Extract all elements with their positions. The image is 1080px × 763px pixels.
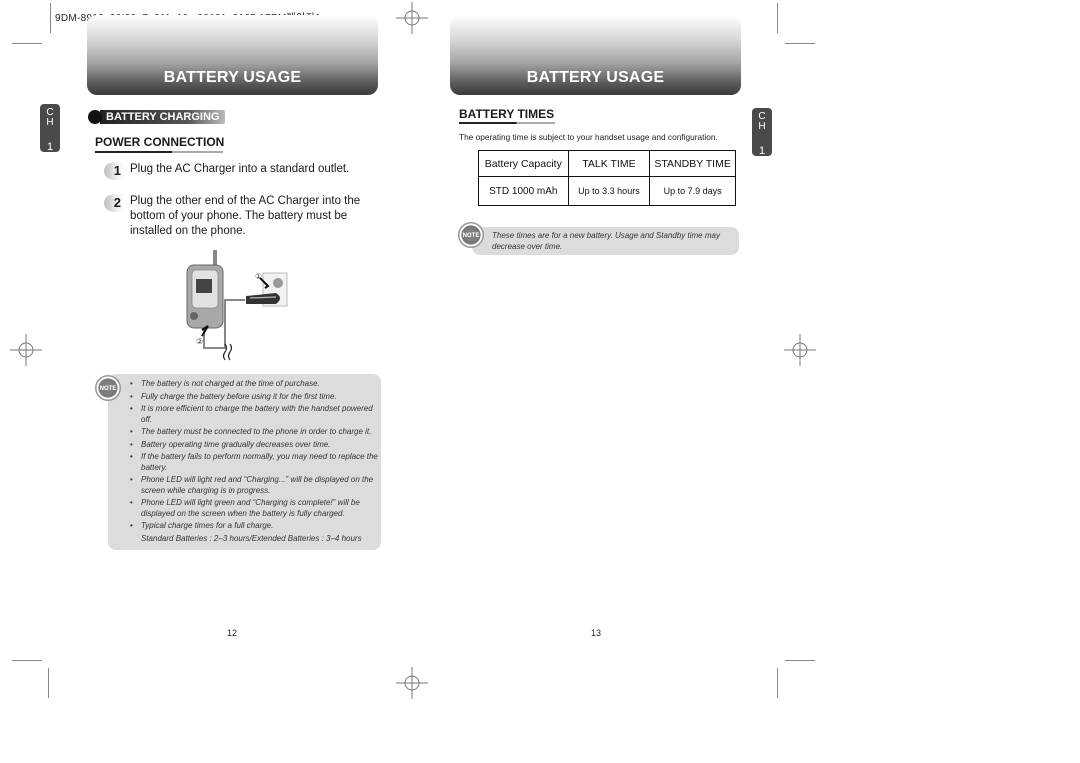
- left-page-banner: BATTERY USAGE: [87, 15, 378, 95]
- section-label-text: BATTERY CHARGING: [100, 110, 226, 124]
- table-cell: STD 1000 mAh: [478, 176, 569, 206]
- note-item: Fully charge the battery before using it…: [130, 392, 380, 403]
- crop-mark: [777, 668, 778, 698]
- page-number: 12: [227, 628, 238, 638]
- table-header-row: Battery Capacity TALK TIME STANDBY TIME: [478, 150, 736, 177]
- page-number: 13: [591, 628, 602, 638]
- step-2: 2 Plug the other end of the AC Charger i…: [104, 194, 374, 239]
- registration-mark-icon: [784, 334, 816, 366]
- notes-list: The battery is not charged at the time o…: [130, 379, 380, 546]
- table-row: STD 1000 mAh Up to 3.3 hours Up to 7.9 d…: [478, 176, 736, 206]
- step-number: 2: [104, 194, 124, 212]
- banner-title: BATTERY USAGE: [163, 69, 302, 86]
- crop-mark: [12, 660, 42, 661]
- chapter-number: 1: [46, 141, 54, 153]
- registration-mark-icon: [396, 2, 428, 34]
- chapter-tab: C H 1: [752, 108, 772, 157]
- table-header: Battery Capacity: [478, 150, 569, 177]
- step-text: Plug the AC Charger into a standard outl…: [130, 163, 350, 175]
- note-item: The battery is not charged at the time o…: [130, 379, 380, 390]
- note-item: Phone LED will light red and “Charging..…: [130, 475, 380, 496]
- crop-mark: [50, 3, 51, 33]
- banner-title: BATTERY USAGE: [526, 69, 665, 86]
- crop-mark: [48, 668, 49, 698]
- note-icon: NOTE: [458, 222, 484, 248]
- subheading-underline: [459, 122, 555, 124]
- right-page-banner: BATTERY USAGE: [450, 15, 741, 95]
- note-item: Battery operating time gradually decreas…: [130, 440, 380, 451]
- note-item-extra: Standard Batteries : 2–3 hours/Extended …: [141, 533, 362, 543]
- callout-2: ②: [196, 337, 203, 346]
- step-number: 1: [104, 162, 124, 180]
- note-text: These times are for a new battery. Usage…: [492, 231, 720, 251]
- registration-mark-icon: [10, 334, 42, 366]
- section-label: BATTERY CHARGING: [88, 109, 226, 125]
- crop-mark: [12, 43, 42, 44]
- chapter-letter: H: [758, 121, 766, 132]
- crop-mark: [777, 3, 778, 33]
- charger-illustration: ① ②: [186, 250, 288, 361]
- registration-mark-icon: [396, 667, 428, 699]
- step-1: 1 Plug the AC Charger into a standard ou…: [104, 162, 374, 180]
- subheading: BATTERY TIMES: [459, 107, 555, 121]
- step-text: Plug the other end of the AC Charger int…: [130, 195, 361, 237]
- table-header: TALK TIME: [567, 150, 651, 177]
- note-item: Phone LED will light green and “Charging…: [130, 498, 380, 519]
- table-cell: Up to 7.9 days: [649, 176, 736, 206]
- intro-text: The operating time is subject to your ha…: [459, 132, 718, 142]
- bullet-dot-icon: [88, 110, 102, 124]
- chapter-number: 1: [758, 145, 766, 157]
- chapter-letter: H: [46, 117, 54, 128]
- battery-times-table: Battery Capacity TALK TIME STANDBY TIME …: [478, 150, 736, 206]
- subheading: POWER CONNECTION: [95, 135, 225, 149]
- table-header: STANDBY TIME: [649, 150, 736, 177]
- callout-1: ①: [255, 272, 262, 281]
- table-cell: Up to 3.3 hours: [567, 176, 651, 206]
- note-item: Typical charge times for a full charge.: [130, 521, 380, 532]
- note-item: The battery must be connected to the pho…: [130, 427, 380, 438]
- note-icon: NOTE: [95, 375, 121, 401]
- chapter-tab: C H 1: [40, 104, 60, 153]
- subheading-underline: [95, 151, 223, 153]
- crop-mark: [785, 43, 815, 44]
- note-item: It is more efficient to charge the batte…: [130, 404, 380, 425]
- crop-mark: [785, 660, 815, 661]
- note-item: If the battery fails to perform normally…: [130, 452, 380, 473]
